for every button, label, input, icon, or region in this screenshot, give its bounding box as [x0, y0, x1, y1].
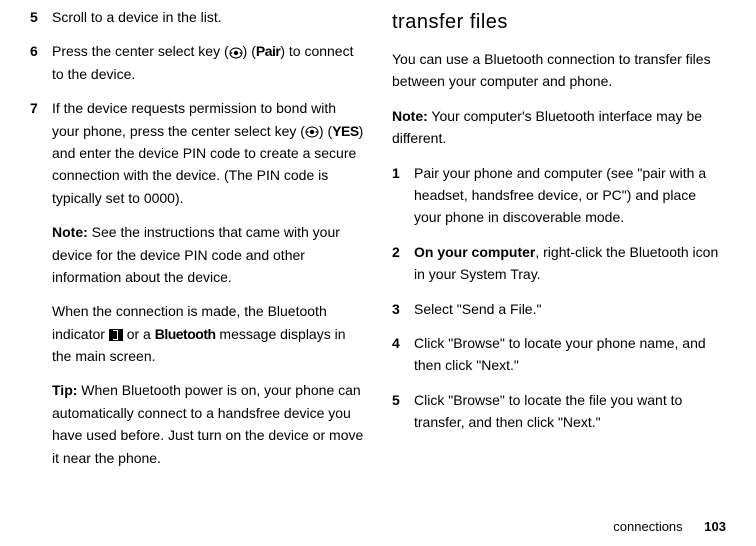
step-4: 4 Click "Browse" to locate your phone na… — [392, 332, 726, 377]
text-fragment: and enter the device PIN code to create … — [52, 145, 356, 206]
step-note: Note: See the instructions that came wit… — [52, 221, 364, 288]
step-text: Pair your phone and computer (see "pair … — [414, 162, 726, 229]
left-column: 5 Scroll to a device in the list. 6 Pres… — [30, 6, 364, 481]
bluetooth-label: Bluetooth — [155, 326, 216, 342]
step-body: Select "Send a File." — [414, 298, 726, 320]
intro-text: You can use a Bluetooth connection to tr… — [392, 48, 726, 93]
note-label: Note: — [52, 224, 88, 240]
pair-label: Pair — [256, 43, 280, 59]
page-footer: connections 103 — [613, 517, 726, 538]
text-fragment: or a — [123, 326, 155, 342]
step-body: Click "Browse" to locate your phone name… — [414, 332, 726, 377]
text-fragment: ) ( — [319, 123, 332, 139]
step-body: If the device requests permission to bon… — [52, 97, 364, 469]
step-number: 7 — [30, 97, 52, 469]
note-text: See the instructions that came with your… — [52, 224, 340, 285]
right-column: transfer files You can use a Bluetooth c… — [392, 6, 726, 481]
step-text: Select "Send a File." — [414, 298, 726, 320]
step-6: 6 Press the center select key () (Pair) … — [30, 40, 364, 85]
step-5: 5 Scroll to a device in the list. — [30, 6, 364, 28]
step-number: 2 — [392, 241, 414, 286]
text-fragment: ) ( — [243, 43, 256, 59]
step-text: When the connection is made, the Bluetoo… — [52, 300, 364, 367]
step-number: 5 — [30, 6, 52, 28]
step-body: Pair your phone and computer (see "pair … — [414, 162, 726, 229]
tip-text: When Bluetooth power is on, your phone c… — [52, 382, 363, 465]
step-body: Click "Browse" to locate the file you wa… — [414, 389, 726, 434]
step-text: Press the center select key () (Pair) to… — [52, 40, 364, 85]
bluetooth-indicator-icon — [109, 329, 123, 341]
page-number: 103 — [704, 519, 726, 534]
step-body: On your computer, right-click the Blueto… — [414, 241, 726, 286]
yes-label: YES — [332, 123, 359, 139]
step-number: 5 — [392, 389, 414, 434]
step-5r: 5 Click "Browse" to locate the file you … — [392, 389, 726, 434]
step-7: 7 If the device requests permission to b… — [30, 97, 364, 469]
center-select-key-icon — [229, 47, 243, 59]
step-text: Click "Browse" to locate the file you wa… — [414, 389, 726, 434]
step-number: 1 — [392, 162, 414, 229]
step-tip: Tip: When Bluetooth power is on, your ph… — [52, 379, 364, 469]
center-select-key-icon — [305, 126, 319, 138]
note-text: Your computer's Bluetooth interface may … — [392, 108, 702, 146]
footer-section: connections — [613, 519, 682, 534]
bold-fragment: On your computer — [414, 244, 535, 260]
note-label: Note: — [392, 108, 428, 124]
step-number: 6 — [30, 40, 52, 85]
step-1: 1 Pair your phone and computer (see "pai… — [392, 162, 726, 229]
page-columns: 5 Scroll to a device in the list. 6 Pres… — [30, 6, 726, 481]
text-fragment: ) — [359, 123, 364, 139]
text-fragment: If the device requests permission to bon… — [52, 100, 336, 138]
step-body: Scroll to a device in the list. — [52, 6, 364, 28]
step-text: Click "Browse" to locate your phone name… — [414, 332, 726, 377]
step-2: 2 On your computer, right-click the Blue… — [392, 241, 726, 286]
step-number: 4 — [392, 332, 414, 377]
step-number: 3 — [392, 298, 414, 320]
step-text: Scroll to a device in the list. — [52, 6, 364, 28]
section-note: Note: Your computer's Bluetooth interfac… — [392, 105, 726, 150]
step-text: On your computer, right-click the Blueto… — [414, 241, 726, 286]
step-body: Press the center select key () (Pair) to… — [52, 40, 364, 85]
section-heading: transfer files — [392, 6, 726, 38]
step-3: 3 Select "Send a File." — [392, 298, 726, 320]
tip-label: Tip: — [52, 382, 77, 398]
step-text: If the device requests permission to bon… — [52, 97, 364, 209]
text-fragment: Press the center select key ( — [52, 43, 229, 59]
